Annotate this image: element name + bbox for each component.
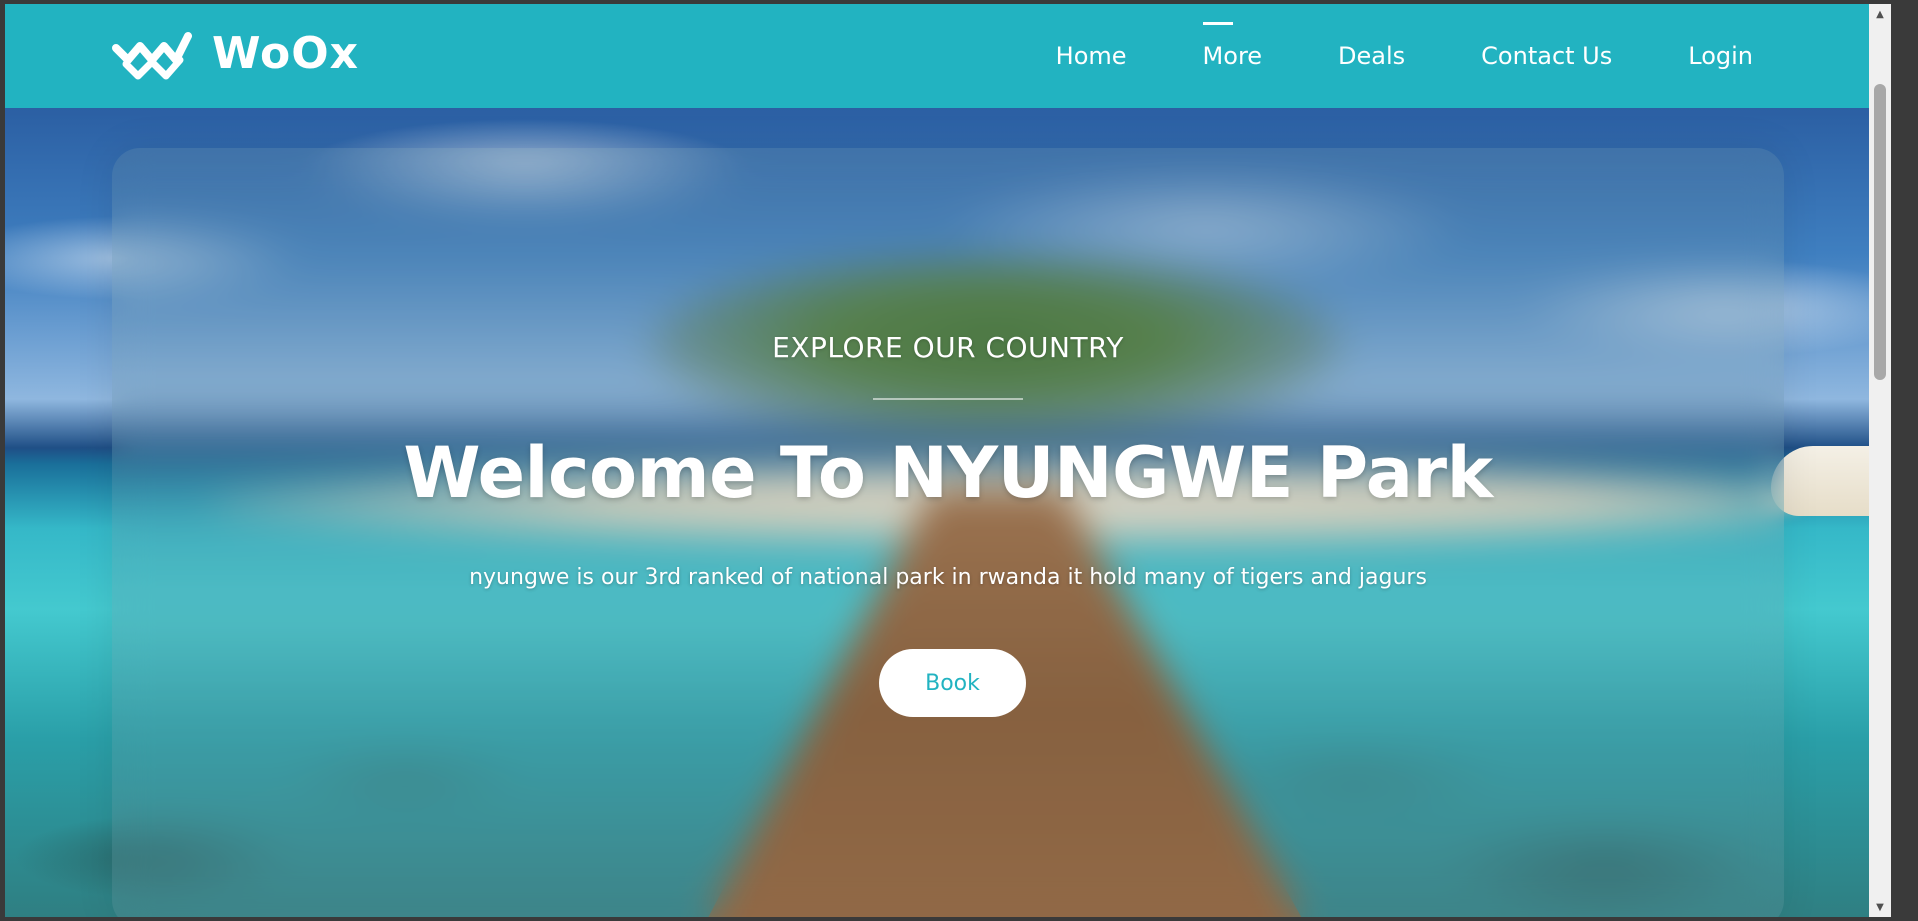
- nav-more[interactable]: More: [1202, 22, 1262, 68]
- main-nav: Home More Deals Contact Us Login: [980, 4, 1753, 108]
- site-header: WoOx Home More Deals Contact Us Login: [5, 4, 1891, 108]
- hero-title: Welcome To NYUNGWE Park: [403, 432, 1493, 514]
- vertical-scrollbar[interactable]: ▲ ▼: [1869, 4, 1891, 917]
- scrollbar-thumb[interactable]: [1874, 84, 1886, 380]
- book-button[interactable]: Book: [879, 649, 1026, 717]
- nav-contact-us[interactable]: Contact Us: [1481, 44, 1612, 68]
- logo[interactable]: WoOx: [112, 26, 359, 82]
- hero-frosted-panel: EXPLORE OUR COUNTRY Welcome To NYUNGWE P…: [112, 148, 1784, 917]
- browser-viewport: WoOx Home More Deals Contact Us Login EX…: [5, 4, 1891, 917]
- hero-divider: [873, 398, 1023, 400]
- double-chevron-w-logo-icon: [112, 32, 192, 80]
- scroll-up-arrow-icon[interactable]: ▲: [1869, 4, 1891, 24]
- hero-subtitle: nyungwe is our 3rd ranked of national pa…: [469, 565, 1427, 590]
- scroll-down-arrow-icon[interactable]: ▼: [1869, 897, 1891, 917]
- nav-login[interactable]: Login: [1688, 44, 1753, 68]
- hero-eyebrow: EXPLORE OUR COUNTRY: [772, 331, 1124, 364]
- nav-home[interactable]: Home: [1056, 44, 1127, 68]
- nav-deals[interactable]: Deals: [1338, 44, 1405, 68]
- brand-name: WoOx: [212, 28, 359, 79]
